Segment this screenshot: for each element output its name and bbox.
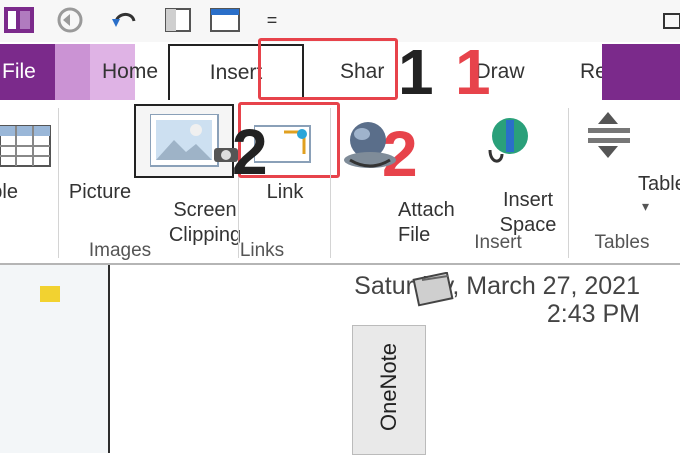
notebook-icon[interactable] bbox=[412, 272, 456, 308]
picture-icon bbox=[150, 114, 219, 167]
table-icon bbox=[0, 125, 51, 167]
group-label-links: Links bbox=[239, 240, 285, 261]
insert-ribbon: Table Picture Screen Clipping Link 2 2 bbox=[0, 100, 680, 265]
group-label-insert: Insert bbox=[474, 232, 522, 253]
onenote-app-icon[interactable] bbox=[0, 6, 40, 34]
quick-access-toolbar: = bbox=[0, 0, 680, 42]
group-separator bbox=[58, 108, 59, 258]
picture-label: Picture bbox=[68, 181, 132, 203]
tab-bar-right-fill bbox=[602, 44, 680, 100]
annotation-step1-red: 1 bbox=[455, 36, 491, 108]
page-date-time: Saturday, March 27, 2021 2:43 PM bbox=[354, 272, 640, 328]
attach-file-icon bbox=[344, 122, 396, 168]
annotation-step1-dark: 1 bbox=[398, 36, 434, 108]
tab-insert-label: Insert bbox=[209, 61, 263, 84]
back-icon[interactable] bbox=[50, 6, 90, 34]
undo-icon[interactable] bbox=[105, 6, 145, 34]
annotation-step2-dark: 2 bbox=[232, 116, 268, 188]
page-date: Saturday, March 27, 2021 bbox=[354, 272, 640, 300]
group-label-tables: Tables bbox=[594, 232, 650, 253]
full-page-view-icon[interactable] bbox=[205, 6, 245, 34]
picture-button[interactable]: Picture bbox=[60, 110, 140, 230]
page-time: 2:43 PM bbox=[546, 300, 640, 328]
group-separator bbox=[330, 108, 331, 258]
tab-home-label: Home bbox=[101, 60, 159, 83]
annotation-box-insert-tab bbox=[258, 38, 398, 100]
group-label-images: Images bbox=[88, 240, 152, 261]
table-right-label: Table bbox=[638, 173, 680, 195]
table-button[interactable]: Table bbox=[0, 110, 56, 260]
group-separator bbox=[568, 108, 569, 258]
table-right-button[interactable]: Table ▾ bbox=[582, 106, 680, 236]
cursor-marker bbox=[40, 286, 60, 302]
chevron-down-icon: ▾ bbox=[642, 198, 650, 214]
dock-to-desktop-icon[interactable] bbox=[160, 6, 196, 34]
customize-qat-button[interactable]: = bbox=[262, 6, 282, 34]
tab-file-label: File bbox=[2, 60, 36, 83]
onenote-tab-label: OneNote bbox=[376, 342, 401, 432]
attach-file-button[interactable]: Attach File bbox=[340, 110, 455, 246]
insert-space-arrows-icon bbox=[588, 112, 630, 158]
tab-home[interactable]: Home bbox=[95, 44, 165, 100]
insert-space-button[interactable]: Insert Space bbox=[480, 108, 560, 238]
window-control-icon[interactable] bbox=[662, 10, 680, 32]
screen-clipping-button[interactable] bbox=[134, 104, 234, 178]
insert-space-icon bbox=[488, 118, 528, 163]
onenote-notebook-tab[interactable]: OneNote bbox=[352, 325, 426, 455]
